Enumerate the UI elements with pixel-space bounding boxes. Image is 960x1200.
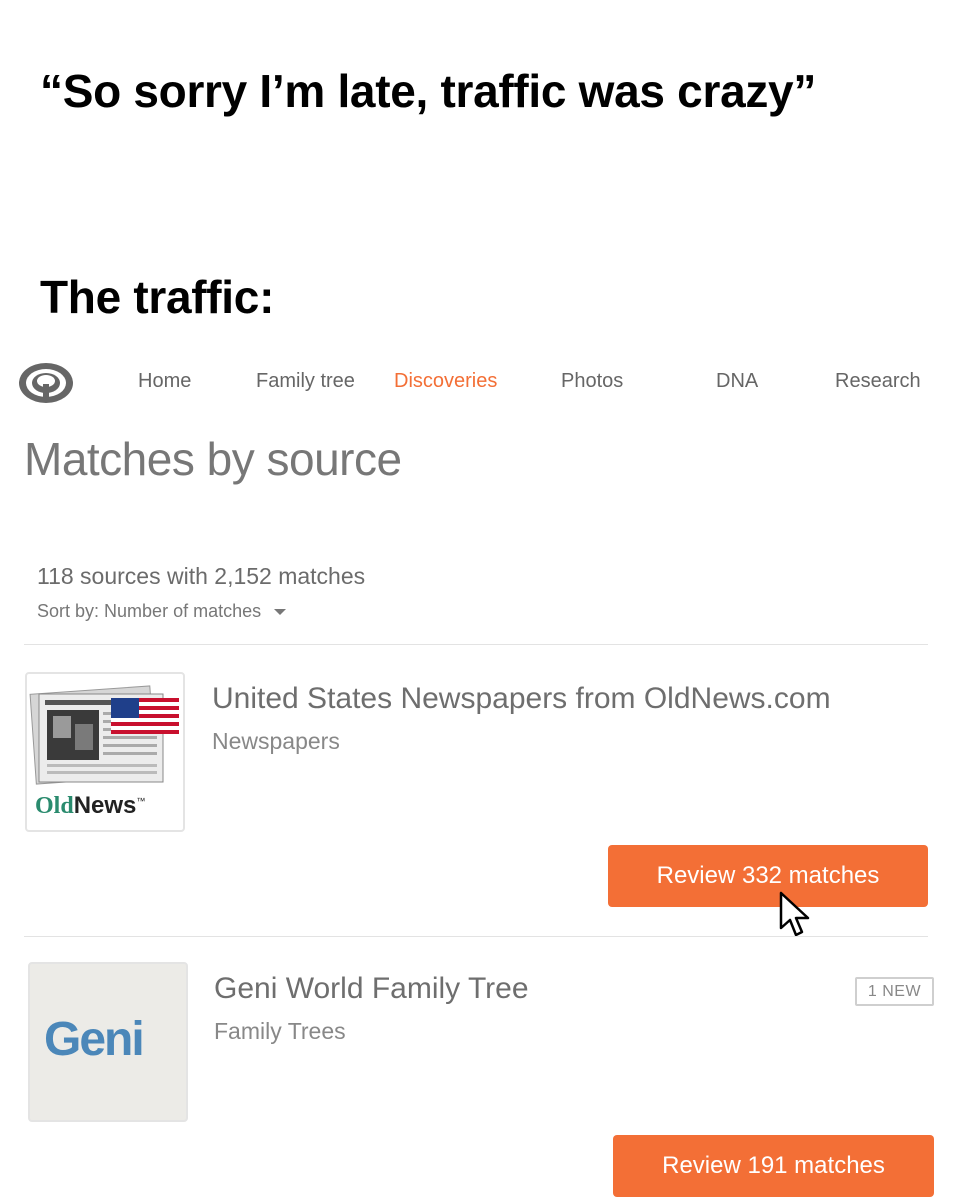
mouse-pointer-icon [778, 890, 814, 940]
us-flag-icon [111, 698, 179, 734]
nav-photos[interactable]: Photos [561, 370, 623, 393]
nav-discoveries[interactable]: Discoveries [394, 370, 497, 393]
dropdown-caret-icon [274, 609, 287, 616]
source-name[interactable]: Geni World Family Tree [214, 972, 529, 1006]
nav-home[interactable]: Home [138, 370, 191, 393]
page-title: Matches by source [24, 433, 402, 485]
oldnews-wordmark: OldNews™ [35, 792, 146, 819]
site-logo-icon[interactable] [16, 360, 76, 406]
sort-dropdown[interactable]: Sort by: Number of matches [37, 601, 287, 622]
source-type: Newspapers [212, 728, 340, 754]
sort-label: Sort by: [37, 601, 100, 621]
source-name[interactable]: United States Newspapers from OldNews.co… [212, 682, 831, 716]
divider [24, 644, 928, 645]
source-type: Family Trees [214, 1018, 346, 1044]
caption-bottom: The traffic: [40, 271, 275, 323]
review-matches-button[interactable]: Review 191 matches [613, 1135, 934, 1197]
divider [24, 936, 928, 937]
new-badge: 1 NEW [855, 977, 934, 1006]
review-matches-button[interactable]: Review 332 matches [608, 845, 928, 907]
geni-wordmark: Geni [44, 1013, 145, 1066]
geni-logo[interactable]: Geni [28, 962, 188, 1122]
matches-summary: 118 sources with 2,152 matches [37, 563, 366, 589]
nav-family-tree[interactable]: Family tree [256, 370, 355, 393]
nav-research[interactable]: Research [835, 370, 921, 393]
sort-value: Number of matches [104, 601, 262, 621]
oldnews-logo[interactable]: OldNews™ [25, 672, 185, 832]
nav-dna[interactable]: DNA [716, 370, 758, 393]
caption-top: “So sorry I’m late, traffic was crazy” [40, 65, 817, 117]
